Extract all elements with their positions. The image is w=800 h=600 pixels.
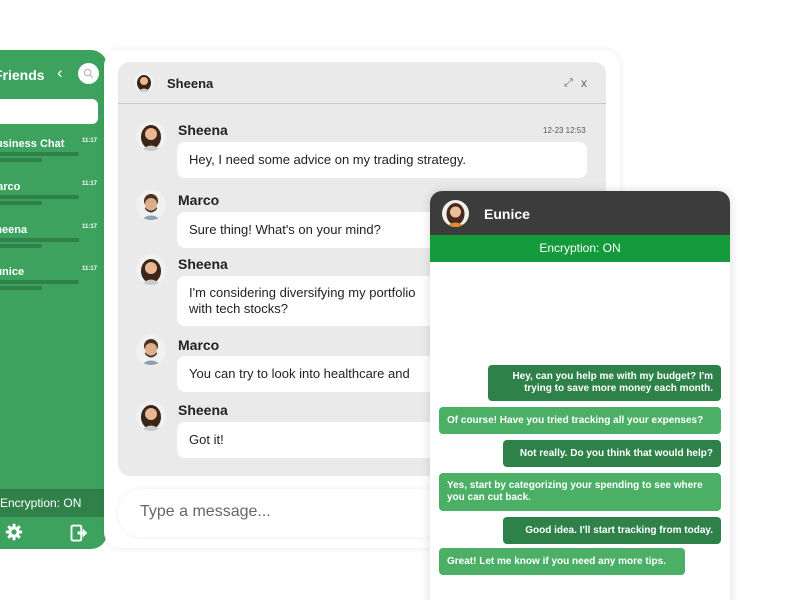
- popup-contact-name: Eunice: [484, 206, 530, 222]
- message-input[interactable]: [140, 503, 440, 521]
- sidebar-item-business-chat[interactable]: Business Chat 11:17: [0, 138, 107, 178]
- message-bubble: Hey, I need some advice on my trading st…: [177, 142, 587, 178]
- sidebar-item-eunice[interactable]: Eunice 11:17: [0, 266, 107, 306]
- sidebar-item-label: Sheena: [0, 224, 28, 236]
- chevron-left-icon[interactable]: ‹: [57, 64, 63, 82]
- logout-icon[interactable]: [70, 524, 88, 547]
- message-sender: Marco: [178, 337, 220, 353]
- message-bubble: Good idea. I'll start tracking from toda…: [503, 517, 721, 544]
- sidebar-item-time: 11:17: [82, 181, 98, 187]
- avatar: [136, 335, 166, 365]
- preview-line: [0, 280, 79, 284]
- sidebar-item-label: Business Chat: [0, 138, 65, 150]
- sidebar-item-time: 11:17: [82, 138, 98, 144]
- sidebar-item-label: Eunice: [0, 266, 25, 278]
- gear-icon[interactable]: [5, 523, 23, 546]
- sidebar-encryption-status: Encryption: ON: [0, 489, 107, 517]
- avatar: [136, 121, 166, 151]
- sidebar-item-time: 11:17: [82, 266, 98, 272]
- preview-line: [0, 152, 79, 156]
- sidebar-search-input[interactable]: [0, 99, 98, 124]
- avatar: [136, 190, 166, 220]
- avatar: [442, 200, 469, 227]
- message-sender: Marco: [178, 192, 220, 208]
- sidebar-item-sheena[interactable]: Sheena 11:17: [0, 224, 107, 264]
- message-bubble: Yes, start by categorizing your spending…: [439, 473, 721, 511]
- preview-line: [0, 244, 42, 248]
- message-bubble: Great! Let me know if you need any more …: [439, 548, 685, 575]
- message-bubble: Hey, can you help me with my budget? I'm…: [488, 365, 721, 401]
- message-sender: Sheena: [178, 122, 228, 138]
- message-bubble: Of course! Have you tried tracking all y…: [439, 407, 721, 434]
- eunice-chat-popup: Eunice Encryption: ON Hey, can you help …: [430, 191, 730, 600]
- preview-line: [0, 286, 42, 290]
- preview-line: [0, 238, 79, 242]
- close-icon[interactable]: x: [581, 76, 587, 90]
- preview-line: [0, 158, 42, 162]
- chat-header: Sheena ⤢ x: [118, 62, 606, 104]
- sidebar-item-time: 11:17: [82, 224, 98, 230]
- app-stage: Friends ‹ Business Chat 11:17 Marco 11:1…: [0, 0, 800, 600]
- friends-sidebar: Friends ‹ Business Chat 11:17 Marco 11:1…: [0, 50, 107, 549]
- popup-header: Eunice: [430, 191, 730, 235]
- sidebar-title: Friends: [0, 67, 45, 83]
- message-timestamp: 12-23 12:53: [543, 126, 586, 135]
- chat-header-name: Sheena: [167, 76, 214, 91]
- expand-icon[interactable]: ⤢: [564, 77, 573, 90]
- message-sender: Sheena: [178, 256, 228, 272]
- message-sender: Sheena: [178, 402, 228, 418]
- message-bubble: Not really. Do you think that would help…: [503, 440, 721, 467]
- avatar: [136, 255, 166, 285]
- preview-line: [0, 195, 79, 199]
- avatar: [134, 72, 154, 92]
- search-icon[interactable]: [78, 63, 99, 84]
- avatar: [136, 401, 166, 431]
- sidebar-item-marco[interactable]: Marco 11:17: [0, 181, 107, 221]
- popup-encryption-status: Encryption: ON: [430, 235, 730, 262]
- preview-line: [0, 201, 42, 205]
- sidebar-item-label: Marco: [0, 181, 21, 193]
